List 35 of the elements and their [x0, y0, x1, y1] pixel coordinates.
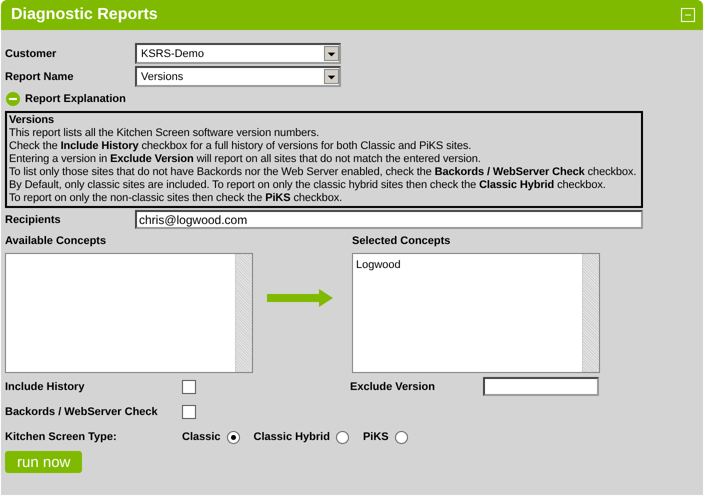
radio-button[interactable] — [394, 430, 408, 444]
page-title: Diagnostic Reports — [11, 6, 158, 24]
scrollbar[interactable] — [235, 254, 252, 372]
explanation-text: This report lists all the Kitchen Screen software version numbers. — [9, 127, 320, 140]
field-label: Include History — [5, 380, 86, 392]
list-item[interactable]: Logwood — [356, 259, 579, 271]
list-label: Selected Concepts — [352, 235, 452, 247]
radio-button[interactable] — [336, 430, 349, 444]
field-label: Report Name — [5, 70, 74, 82]
report-dropdown[interactable]: Versions — [135, 66, 341, 87]
checkbox[interactable] — [182, 380, 196, 394]
explanation-text: To report on only the non-classic sites then check the PiKS checkbox. — [9, 192, 344, 205]
selected-list[interactable]: Logwood — [352, 253, 600, 373]
field-label: Exclude Version — [350, 380, 436, 392]
field-label: Kitchen Screen Type: — [5, 431, 118, 443]
explanation-text: Check the Include History checkbox for a full history of versions for both Classic and PiKS sites. — [9, 140, 472, 153]
exclude-version-field[interactable] — [483, 377, 599, 396]
scrollbar[interactable] — [582, 254, 599, 372]
radio-label: PiKS — [362, 431, 389, 443]
explanation-text: Entering a version in Exclude Version will report on all sites that do not match the entered version. — [9, 153, 482, 166]
available-list[interactable] — [5, 253, 253, 373]
recipients-field[interactable]: chris@logwood.com — [135, 210, 643, 229]
field-label: Backords / WebServer Check — [5, 406, 159, 418]
section-label: Report Explanation — [25, 93, 126, 105]
explanation-title: Versions — [9, 114, 56, 127]
radio-button[interactable] — [226, 430, 240, 444]
customer-dropdown[interactable]: KSRS-Demo — [135, 43, 341, 64]
field-label: Customer — [5, 48, 58, 60]
radio-label: Classic Hybrid — [254, 431, 330, 443]
field-label: Recipients — [5, 214, 62, 226]
explanation-text: By Default, only classic sites are included. To report on only the classic hybrid sites then check the Classic Hybrid checkbox. — [9, 179, 607, 192]
list-label: Available Concepts — [5, 235, 108, 247]
checkbox[interactable] — [182, 404, 196, 418]
explanation-text: To list only those sites that do not have Backords nor the Web Server enabled, check the Backords / WebServer Check checkbox. — [9, 166, 638, 179]
radio-label: Classic — [182, 431, 221, 443]
